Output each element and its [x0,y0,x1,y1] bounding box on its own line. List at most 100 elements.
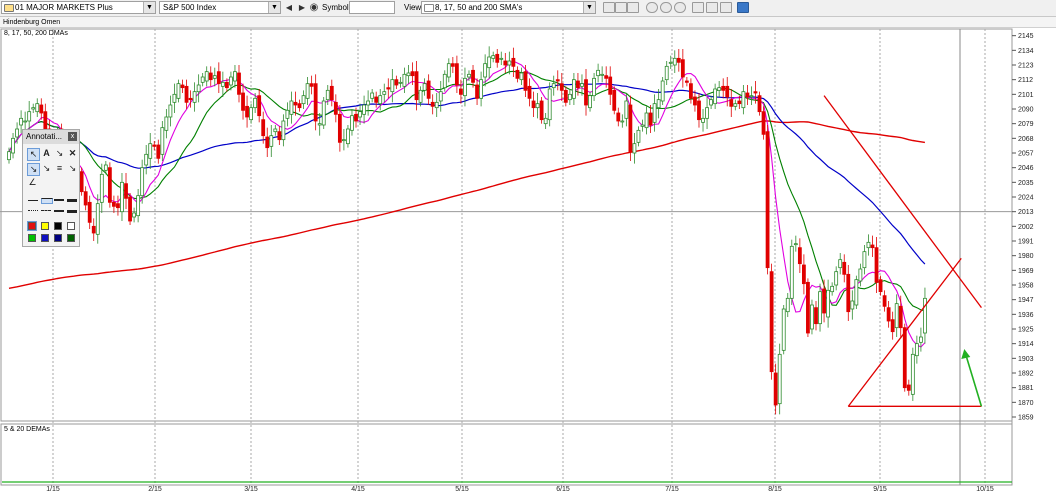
candle-body [91,225,96,234]
pointer-tool-icon[interactable]: ↖ [27,148,40,161]
color-swatch[interactable] [67,234,75,242]
y-tick-label: 1859 [1018,415,1034,422]
close-icon[interactable]: x [68,132,77,141]
candle-body [285,109,290,119]
fibonacci-tool-icon[interactable]: ∠ [27,177,38,188]
medium-line-style-icon[interactable] [41,198,53,204]
candle-body [265,136,270,149]
channel-tool-icon[interactable]: ↘ [67,163,78,174]
candle-body [281,120,286,141]
candle-body [463,77,467,97]
candle-body [503,60,508,66]
dash-dot-line-style-icon[interactable] [54,210,64,212]
y-tick-label: 2079 [1018,121,1034,128]
candle-body [580,83,584,87]
candle-body [374,96,379,103]
candle-body [814,307,818,325]
select-tool-icon[interactable]: ↘ [54,148,65,159]
thick-line-style-icon[interactable] [54,199,64,201]
y-tick-label: 2068 [1018,136,1034,143]
candle-body [551,83,556,89]
candle-body [866,241,871,249]
candle-body [806,281,810,334]
lower-panel-title: 5 & 20 DEMAs [4,426,50,433]
color-swatch[interactable] [41,234,49,242]
color-swatch[interactable] [54,234,62,242]
candle-body [689,83,693,99]
candle-body [910,353,915,395]
candle-body [148,143,153,159]
candle-body [830,285,835,293]
candle-body [297,103,302,109]
candle-body [112,201,116,207]
dashed-line-style-icon[interactable] [41,210,51,211]
candle-body [495,53,500,63]
candle-body [140,167,145,197]
candle-body [79,171,84,193]
candle-body [406,72,411,77]
candle-body [810,304,814,330]
color-swatch[interactable] [54,222,62,230]
candle-body [269,135,274,147]
horizontal-line-icon[interactable]: ≡ [54,163,65,174]
candle-body [233,71,237,82]
candle-body [19,117,24,126]
candle-body [212,75,217,79]
price-chart[interactable]: 1/15 2/15 3/15 4/15 5/15 6/15 7/15 8/15 9/15 10/1… [0,0,1056,492]
candle-body [398,81,403,84]
candle-body [612,89,617,111]
heavy-line-style-icon[interactable] [67,199,77,202]
candle-body [305,83,310,99]
y-tick-label: 2123 [1018,63,1034,70]
y-tick-label: 1881 [1018,385,1034,392]
candle-body [785,297,790,313]
y-tick-label: 1969 [1018,268,1034,275]
candle-body [801,264,806,285]
candle-body [15,128,19,138]
candle-body [99,173,104,203]
dotted-line-style-icon[interactable] [28,210,38,211]
y-tick-label: 2101 [1018,92,1034,99]
candle-body [378,95,383,105]
y-tick-label: 2046 [1018,165,1034,172]
text-tool-icon[interactable]: A [41,148,52,159]
candle-body [184,85,189,103]
y-tick-label: 2112 [1018,77,1033,84]
color-swatch[interactable] [67,222,75,230]
annotation-palette: Annotati... x ↖ A ↘ ✕ ↘ ↘ ≡ ↘ ∠ [22,129,80,247]
line-tool-icon[interactable]: ↘ [27,163,40,176]
candle-body [644,112,649,129]
candle-body [777,353,782,405]
long-dash-line-style-icon[interactable] [67,210,77,213]
thin-line-style-icon[interactable] [28,200,38,201]
candle-body [366,100,371,106]
candle-body [789,245,794,299]
candle-body [523,71,528,91]
candle-body [680,59,685,78]
candle-body [192,91,197,103]
lower-panel-frame [0,423,1013,486]
candle-body [346,128,350,145]
candle-body [870,244,875,249]
x-tick-label: 1/15 [46,486,60,492]
candle-body [592,77,596,97]
color-swatch[interactable] [41,222,49,230]
candle-body [333,101,338,115]
candle-body [459,88,463,95]
candle-body [890,319,895,333]
delete-tool-icon[interactable]: ✕ [67,148,78,159]
color-swatch[interactable] [27,221,37,231]
candle-body [446,63,451,78]
candle-body [511,57,516,67]
candle-body [253,97,258,109]
candle-body [220,81,225,87]
candle-body [394,79,399,86]
color-swatch[interactable] [28,234,36,242]
candle-body [39,104,44,114]
candle-body [229,76,233,86]
candle-body [535,103,540,109]
ray-tool-icon[interactable]: ↘ [41,163,52,174]
x-tick-label: 3/15 [244,486,258,492]
candle-body [628,104,633,153]
candle-body [309,83,314,87]
